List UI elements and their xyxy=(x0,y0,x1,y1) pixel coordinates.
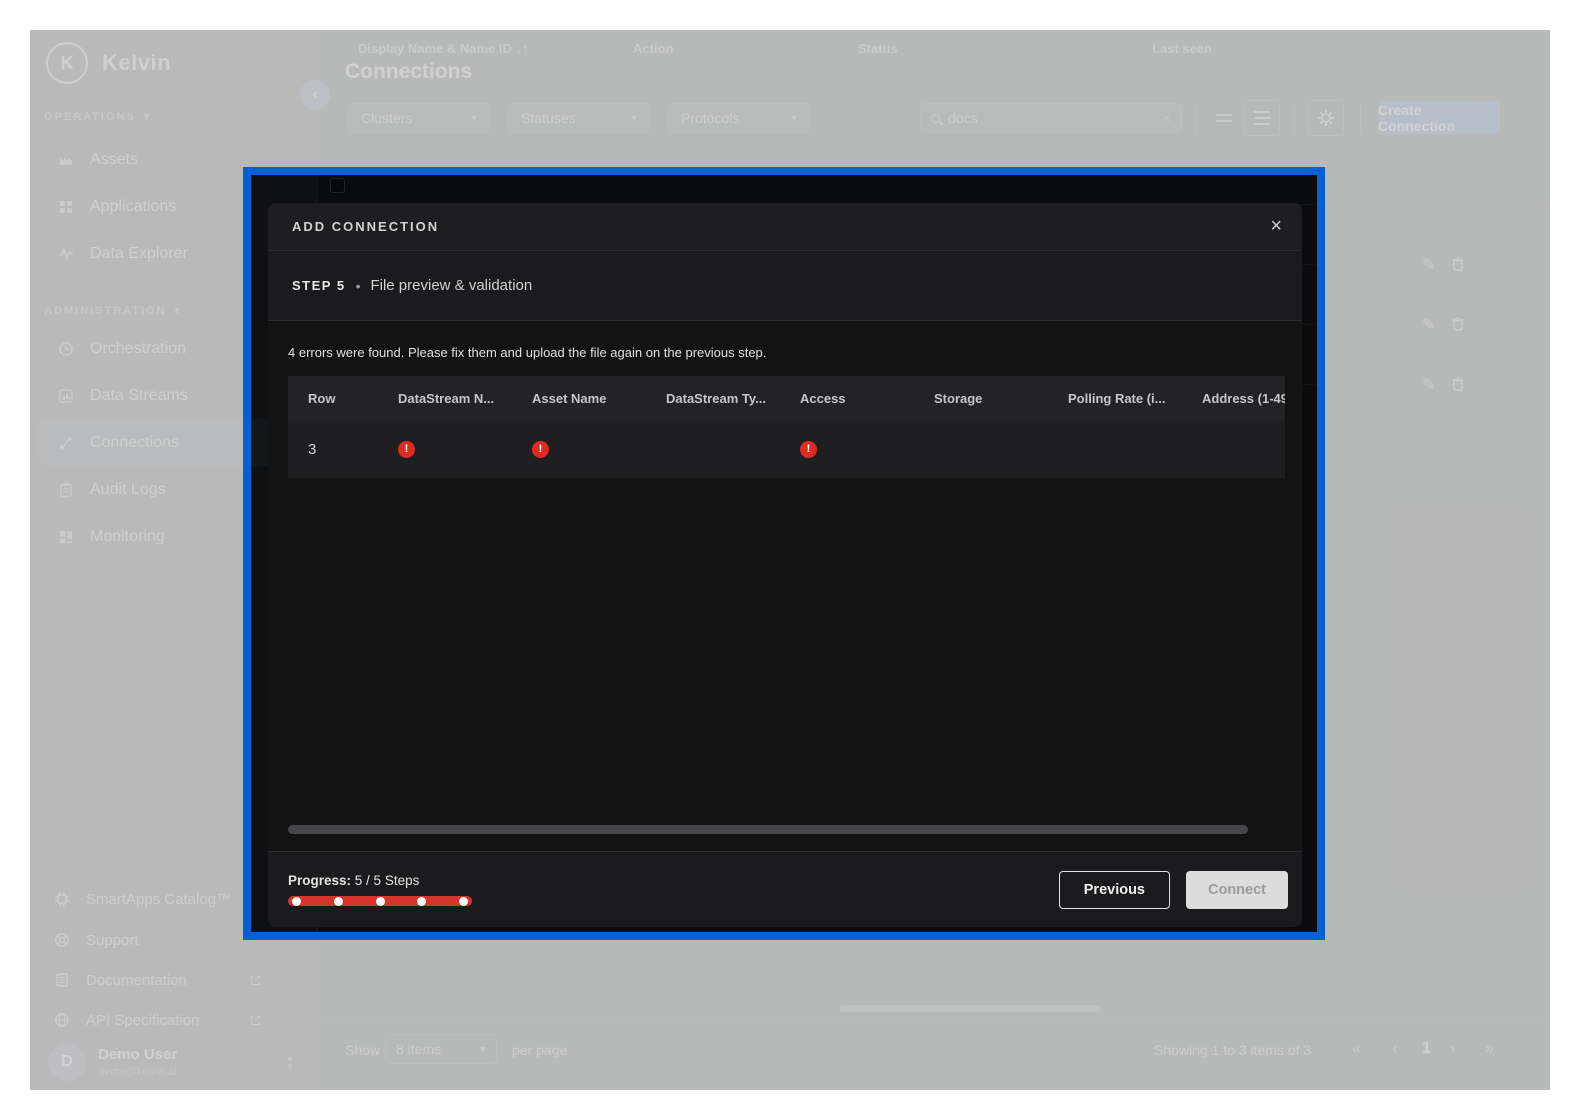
modal-footer: Progress: 5 / 5 Steps Previous Connect xyxy=(268,851,1302,927)
col-address: Address (1-49 xyxy=(1188,391,1285,406)
bullet-separator: • xyxy=(356,278,361,294)
col-row: Row xyxy=(288,391,384,406)
col-asset-name: Asset Name xyxy=(518,391,652,406)
modal-content: 4 errors were found. Please fix them and… xyxy=(268,321,1302,851)
overlay-wash-top xyxy=(30,30,1550,167)
col-storage: Storage xyxy=(920,391,1054,406)
overlay-wash-bottom xyxy=(30,940,1550,1090)
validation-row: 3 ! ! ! xyxy=(288,420,1285,478)
progress-step-dot xyxy=(334,897,343,906)
overlay-wash-right xyxy=(1325,167,1550,940)
step-label: STEP 5 xyxy=(292,278,346,293)
error-icon[interactable]: ! xyxy=(398,441,415,458)
previous-button[interactable]: Previous xyxy=(1059,871,1170,909)
overlay-wash-left xyxy=(30,167,243,940)
col-datastream-name: DataStream N... xyxy=(384,391,518,406)
progress-step-dot xyxy=(376,897,385,906)
modal-title: ADD CONNECTION xyxy=(292,219,439,234)
col-datastream-type: DataStream Ty... xyxy=(652,391,786,406)
progress-step-dot xyxy=(459,897,468,906)
row-number: 3 xyxy=(288,441,384,458)
step-bar: STEP 5 • File preview & validation xyxy=(268,251,1302,321)
validation-table-header: Row DataStream N... Asset Name DataStrea… xyxy=(288,376,1285,420)
modal-horizontal-scrollbar[interactable] xyxy=(288,825,1248,834)
modal-header: ADD CONNECTION × xyxy=(268,203,1302,251)
app-window: K Kelvin OPERATIONS ▾ Assets Application… xyxy=(30,30,1550,1090)
connect-button[interactable]: Connect xyxy=(1186,871,1288,909)
progress-step-dot xyxy=(417,897,426,906)
error-icon[interactable]: ! xyxy=(800,441,817,458)
error-icon[interactable]: ! xyxy=(532,441,549,458)
highlight-frame: ADD CONNECTION × STEP 5 • File preview &… xyxy=(243,167,1325,940)
validation-error-message: 4 errors were found. Please fix them and… xyxy=(288,345,1285,360)
add-connection-modal: ADD CONNECTION × STEP 5 • File preview &… xyxy=(268,203,1302,927)
step-title: File preview & validation xyxy=(370,277,532,294)
progress-bar xyxy=(288,896,472,906)
close-icon[interactable]: × xyxy=(1270,215,1282,238)
col-polling-rate: Polling Rate (i... xyxy=(1054,391,1188,406)
progress-step-dot xyxy=(292,897,301,906)
progress-block: Progress: 5 / 5 Steps xyxy=(288,873,472,906)
validation-table: Row DataStream N... Asset Name DataStrea… xyxy=(288,376,1285,478)
col-access: Access xyxy=(786,391,920,406)
progress-label: Progress: 5 / 5 Steps xyxy=(288,873,472,888)
